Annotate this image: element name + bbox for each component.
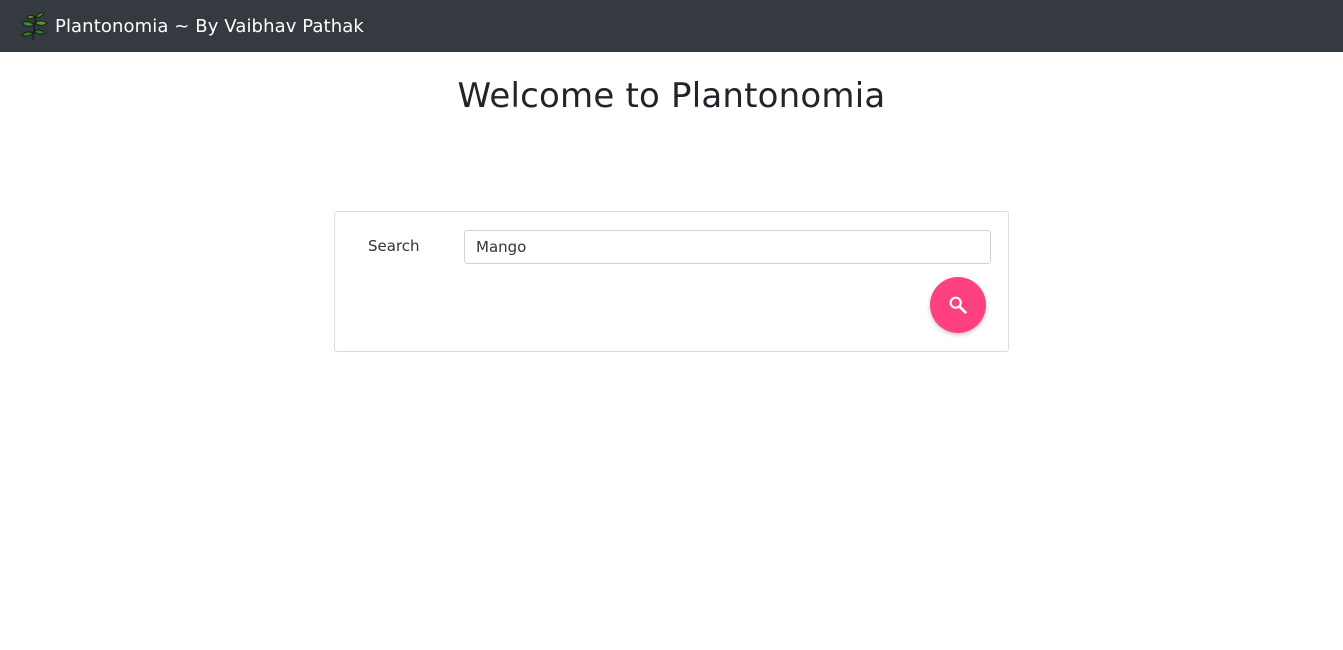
search-label: Search xyxy=(368,237,420,255)
brand-link[interactable]: Plantonomia ~ By Vaibhav Pathak xyxy=(19,11,364,41)
search-icon xyxy=(949,296,967,314)
plant-icon xyxy=(19,11,49,41)
page-title: Welcome to Plantonomia xyxy=(457,76,886,116)
top-navbar: Plantonomia ~ By Vaibhav Pathak xyxy=(0,0,1343,52)
brand-title: Plantonomia ~ By Vaibhav Pathak xyxy=(55,15,364,37)
search-card: Search xyxy=(334,211,1009,352)
search-input[interactable] xyxy=(464,230,991,264)
search-button[interactable] xyxy=(930,277,986,333)
